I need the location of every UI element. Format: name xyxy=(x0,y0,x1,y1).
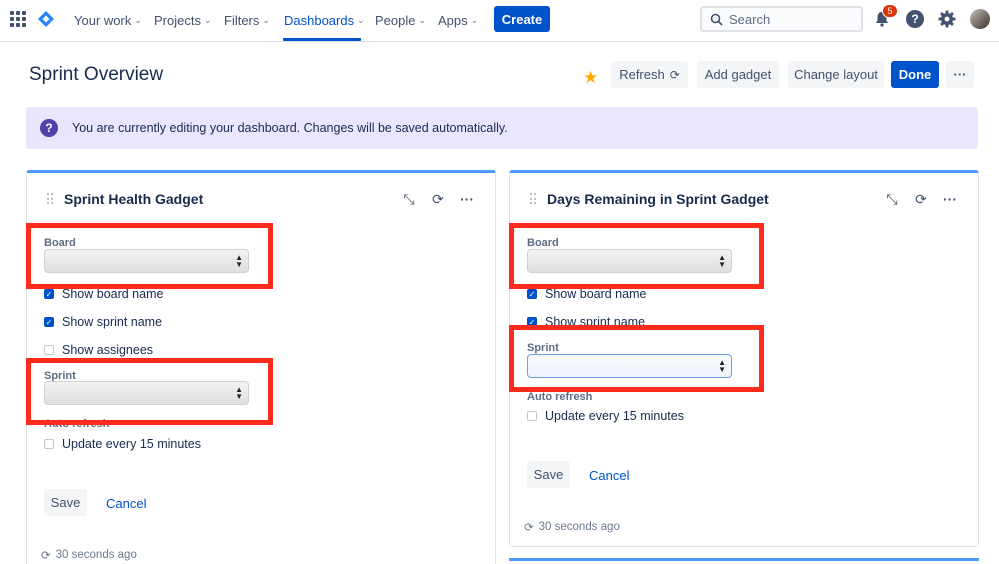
refresh-icon[interactable]: ⟳ xyxy=(912,190,930,208)
drag-handle-icon[interactable] xyxy=(530,193,536,205)
more-options-icon[interactable]: ··· xyxy=(458,190,476,208)
checkbox-unchecked[interactable] xyxy=(44,345,54,355)
gadget-title: Sprint Health Gadget xyxy=(64,191,204,207)
refresh-icon[interactable]: ⟳ xyxy=(429,190,447,208)
auto-refresh-label: Auto refresh xyxy=(527,391,593,403)
show-sprint-name-option[interactable]: ✓ Show sprint name xyxy=(44,315,162,329)
chevron-down-icon: ⌄ xyxy=(262,14,270,25)
update-every-option[interactable]: Update every 15 minutes xyxy=(44,437,201,451)
highlight-sprint-select-left xyxy=(26,358,273,425)
refresh-icon: ⟳ xyxy=(41,550,51,562)
highlight-sprint-select-right xyxy=(509,325,764,392)
checkbox-unchecked[interactable] xyxy=(44,439,54,449)
change-layout-button[interactable]: Change layout xyxy=(788,61,884,88)
chevron-down-icon: ⌄ xyxy=(418,14,427,25)
search-box[interactable] xyxy=(700,6,863,32)
nav-filters[interactable]: Filters ⌄ xyxy=(224,11,270,29)
page-title: Sprint Overview xyxy=(29,64,164,85)
update-every-option[interactable]: Update every 15 minutes xyxy=(527,409,684,423)
more-options-icon[interactable]: ··· xyxy=(941,190,959,208)
show-board-name-option[interactable]: ✓ Show board name xyxy=(44,287,163,301)
user-avatar[interactable] xyxy=(970,9,990,29)
refresh-icon: ⟳ xyxy=(524,522,534,534)
chevron-down-icon: ⌄ xyxy=(134,14,142,25)
checkbox-unchecked[interactable] xyxy=(527,411,537,421)
banner-text: You are currently editing your dashboard… xyxy=(72,121,508,135)
refresh-button[interactable]: Refresh ⟳ xyxy=(611,61,688,88)
create-button[interactable]: Create xyxy=(494,6,550,32)
jira-logo-icon[interactable] xyxy=(38,11,54,27)
search-icon xyxy=(710,13,723,26)
save-button[interactable]: Save xyxy=(527,461,570,488)
app-switcher-icon[interactable] xyxy=(10,11,26,27)
top-navigation: Your work ⌄ Projects ⌄ Filters ⌄ Dashboards… xyxy=(0,0,999,42)
chevron-down-icon: ⌄ xyxy=(203,14,212,25)
nav-projects[interactable]: Projects ⌄ xyxy=(154,11,212,29)
help-icon[interactable]: ? xyxy=(906,10,924,28)
last-updated: ⟳ 30 seconds ago xyxy=(524,521,620,534)
more-actions-button[interactable]: ··· xyxy=(946,61,974,88)
checkbox-checked[interactable]: ✓ xyxy=(527,289,537,299)
edit-mode-banner: ? You are currently editing your dashboa… xyxy=(26,107,978,149)
save-button[interactable]: Save xyxy=(44,489,87,516)
cancel-link[interactable]: Cancel xyxy=(589,468,629,483)
notification-badge: 5 xyxy=(882,4,898,18)
nav-dashboards[interactable]: Dashboards ⌄ xyxy=(284,11,365,29)
active-nav-indicator xyxy=(283,38,361,41)
chevron-down-icon: ⌄ xyxy=(357,14,365,25)
nav-apps[interactable]: Apps ⌄ xyxy=(438,11,478,29)
gadget-title: Days Remaining in Sprint Gadget xyxy=(547,191,769,207)
highlight-board-select-left xyxy=(26,223,273,289)
checkbox-checked[interactable]: ✓ xyxy=(44,289,54,299)
add-gadget-button[interactable]: Add gadget xyxy=(697,61,779,88)
drag-handle-icon[interactable] xyxy=(47,193,53,205)
checkbox-checked[interactable]: ✓ xyxy=(44,317,54,327)
next-gadget-edge xyxy=(509,558,979,564)
minimize-icon[interactable]: ⤡ xyxy=(400,190,418,208)
nav-your-work[interactable]: Your work ⌄ xyxy=(74,11,142,29)
chevron-down-icon: ⌄ xyxy=(470,14,479,25)
question-icon: ? xyxy=(40,119,58,137)
done-button[interactable]: Done xyxy=(891,61,939,88)
highlight-board-select-right xyxy=(509,223,764,289)
star-favorite-icon[interactable]: ★ xyxy=(583,68,598,88)
minimize-icon[interactable]: ⤡ xyxy=(883,190,901,208)
settings-gear-icon[interactable] xyxy=(938,10,956,28)
refresh-icon: ⟳ xyxy=(669,67,680,82)
show-board-name-option[interactable]: ✓ Show board name xyxy=(527,287,646,301)
nav-people[interactable]: People ⌄ xyxy=(375,11,426,29)
search-input[interactable] xyxy=(729,11,849,27)
show-assignees-option[interactable]: Show assignees xyxy=(44,343,153,357)
last-updated: ⟳ 30 seconds ago xyxy=(41,549,137,562)
cancel-link[interactable]: Cancel xyxy=(106,496,146,511)
